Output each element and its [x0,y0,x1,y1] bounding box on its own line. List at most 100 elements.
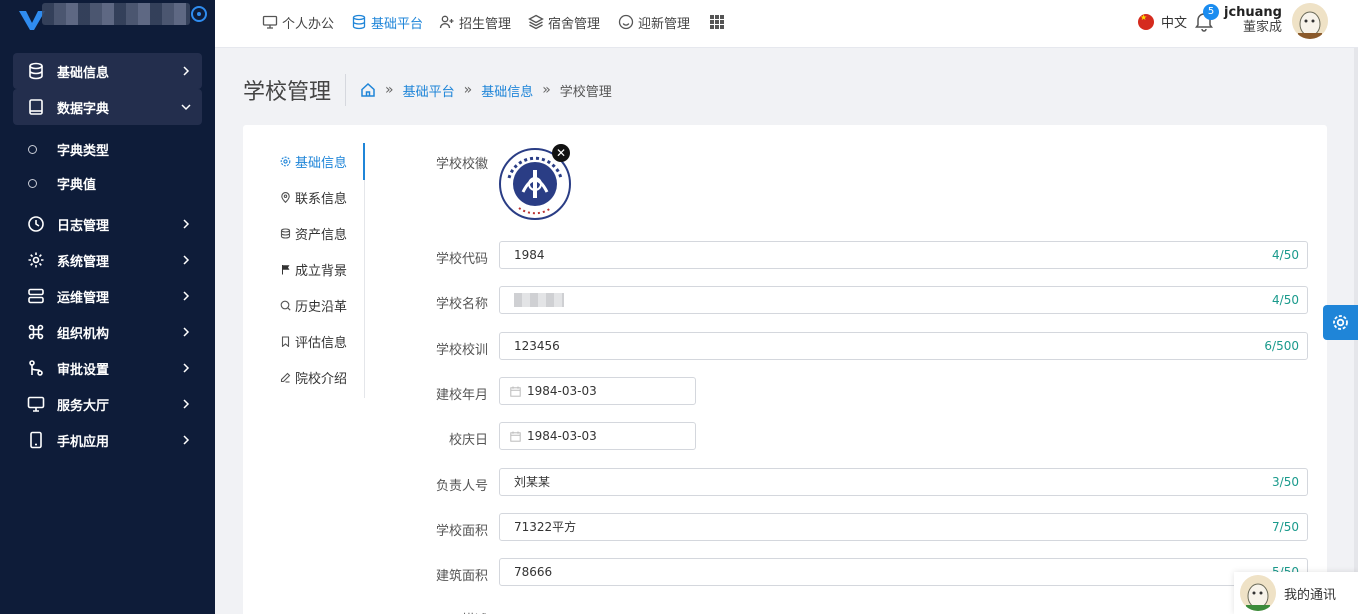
char-counter: 6/500 [1264,339,1299,353]
field-label: 建筑面积 [435,569,488,584]
sidebar-item-logs[interactable]: 日志管理 [13,206,202,242]
school-area-input[interactable]: 71322平方 7/50 [499,513,1308,541]
input-value: 1984 [514,248,545,262]
phone-icon [30,431,42,449]
circle-bullet-icon [28,144,37,154]
form-row-motto: 学校校训 123456 6/500 [243,332,1327,362]
input-value: 123456 [514,339,560,353]
sidebar-item-approval[interactable]: 审批设置 [13,350,202,386]
nav-basic-platform[interactable]: 基础平台 [351,12,423,32]
calendar-icon [510,386,521,397]
chevron-right-icon [183,363,190,373]
school-name-input[interactable]: 4/50 [499,286,1308,314]
nav-welcome[interactable]: 迎新管理 [618,12,690,32]
building-area-input[interactable]: 78666 5/50 [499,558,1308,586]
input-value: 1984-03-03 [527,384,597,398]
settings-float-button[interactable] [1323,305,1358,340]
notification-badge: 5 [1203,4,1219,20]
field-label: 校庆日 [448,433,488,448]
my-contacts-widget[interactable]: 我的通讯 [1234,572,1358,614]
breadcrumb-basic-platform[interactable]: 基础平台 [403,81,455,100]
page-title: 学校管理 [243,74,347,106]
gear-icon [1333,315,1348,330]
nav-label: 个人办公 [282,16,335,32]
field-label: 学校校训 [435,343,488,358]
home-icon[interactable] [360,82,376,98]
sidebar-item-label: 系统管理 [57,254,110,270]
form-row-leader: 负责人号 刘某某 3/50 [243,468,1327,498]
sidebar-item-basic-info[interactable]: 基础信息 [13,53,202,89]
form-row-code: 学校代码 1984 4/50 [243,241,1327,271]
char-counter: 7/50 [1272,520,1299,534]
anchor-contact[interactable]: 联系信息 [280,187,347,207]
contacts-label: 我的通讯 [1284,587,1337,603]
command-icon [28,324,44,340]
anniversary-date-picker[interactable]: 1984-03-03 [499,422,696,450]
sidebar-item-label: 审批设置 [57,362,110,378]
breadcrumb: » 基础平台 » 基础信息 » 学校管理 [360,81,612,100]
remove-emblem-button[interactable]: ✕ [552,144,570,162]
form-row-name: 学校名称 4/50 [243,286,1327,316]
sidebar-item-label: 手机应用 [57,434,110,450]
form-row-anniversary: 校庆日 1984-03-03 [243,422,1327,452]
avatar-image [1292,3,1328,39]
language-switch[interactable]: 中文 [1138,12,1187,31]
sidebar-subitem-dict-value[interactable]: 字典值 [28,173,96,193]
china-flag-icon [1138,13,1154,30]
leader-input[interactable]: 刘某某 3/50 [499,468,1308,496]
anchor-label: 资产信息 [295,227,348,243]
input-value: 71322平方 [514,520,577,534]
anchor-assets[interactable]: 资产信息 [280,223,347,243]
field-label: 学校名称 [435,297,488,312]
sidebar-item-service-hall[interactable]: 服务大厅 [13,386,202,422]
nav-enrollment[interactable]: 招生管理 [439,12,511,32]
apps-grid-button[interactable] [709,12,729,32]
sidebar-subitem-label: 字典类型 [57,143,110,159]
sidebar-item-mobile[interactable]: 手机应用 [13,422,202,458]
user-info[interactable]: jchuang 董家成 [1224,5,1282,35]
book-icon [29,99,43,115]
page-header: 学校管理 » 基础平台 » 基础信息 » 学校管理 [243,74,612,106]
sidebar-item-label: 日志管理 [57,218,110,234]
sidebar-item-label: 基础信息 [57,65,110,81]
nav-personal-office[interactable]: 个人办公 [262,12,334,32]
avatar[interactable] [1292,3,1328,39]
field-label: 学校校徽 [435,157,488,172]
sidebar-subitem-dict-type[interactable]: 字典类型 [28,139,109,159]
grid-icon [710,15,724,29]
char-counter: 4/50 [1272,293,1299,307]
git-branch-icon [29,360,43,376]
char-counter: 3/50 [1272,475,1299,489]
sidebar-item-system[interactable]: 系统管理 [13,242,202,278]
sidebar-item-data-dict[interactable]: 数据字典 [13,89,202,125]
nav-label: 宿舍管理 [548,16,601,32]
nav-label: 迎新管理 [638,16,691,32]
app-name-blurred [42,3,190,25]
sidebar-item-ops[interactable]: 运维管理 [13,278,202,314]
founded-date-picker[interactable]: 1984-03-03 [499,377,696,405]
anchor-label: 联系信息 [295,191,348,207]
chevron-right-icon [183,255,190,265]
database-icon [29,62,43,80]
circle-bullet-icon [28,178,37,188]
school-motto-input[interactable]: 123456 6/500 [499,332,1308,360]
sidebar-item-org[interactable]: 组织机构 [13,314,202,350]
language-label: 中文 [1161,16,1188,31]
redacted-value [514,293,564,307]
database-icon [280,227,291,239]
sidebar-item-label: 数据字典 [57,101,110,117]
form-row-area: 学校面积 71322平方 7/50 [243,513,1327,543]
form-row-founded: 建校年月 1984-03-03 [243,377,1327,407]
breadcrumb-current: 学校管理 [559,84,612,100]
form-row-description: 描述 [243,602,1327,614]
char-counter: 4/50 [1272,248,1299,262]
input-value: 1984-03-03 [527,429,597,443]
school-code-input[interactable]: 1984 4/50 [499,241,1308,269]
calendar-icon [510,431,521,442]
sidebar-subitem-label: 字典值 [57,177,97,193]
chevron-down-icon [181,104,191,111]
breadcrumb-separator: » [542,82,551,98]
field-label: 描述 [462,609,488,614]
nav-dormitory[interactable]: 宿舍管理 [528,12,600,32]
breadcrumb-basic-info[interactable]: 基础信息 [481,81,533,100]
